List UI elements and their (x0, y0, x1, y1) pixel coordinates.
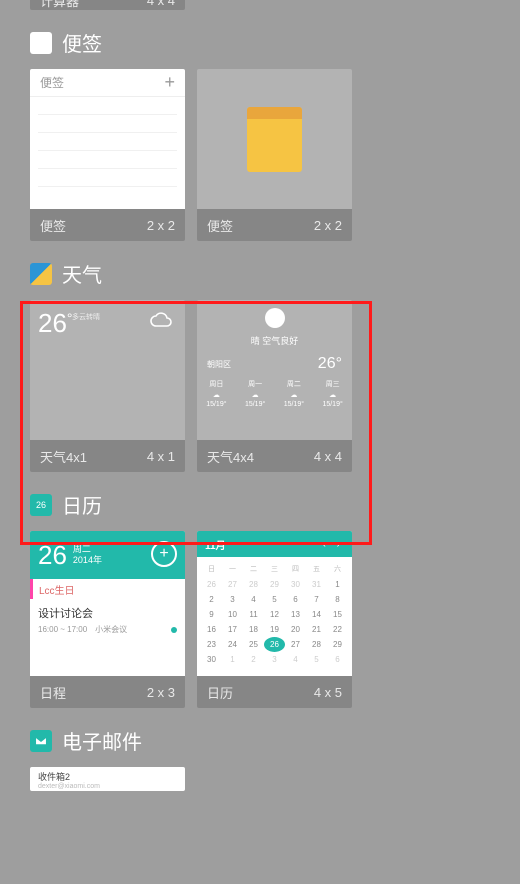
weather-location: 朝阳区 (207, 359, 231, 370)
inbox-address: dexter@xiaomi.com (38, 783, 177, 790)
add-event-icon: + (151, 541, 177, 567)
weather-temp: 26 (38, 308, 67, 339)
section-header-notes: 便签 (30, 28, 490, 57)
notes-header-label: 便签 (40, 74, 64, 91)
widget-size: 4 x 1 (147, 449, 175, 464)
section-header-email: 电子邮件 (30, 726, 490, 755)
forecast-row: 周日☁15/19° 周一☁15/19° 周二☁15/19° 周三☁15/19° (197, 379, 352, 408)
widget-name: 日程 (40, 683, 66, 702)
widget-size: 2 x 2 (314, 218, 342, 233)
cloud-icon (149, 310, 175, 335)
mail-icon (30, 730, 52, 752)
section-header-calendar: 26 日历 (30, 490, 490, 519)
event-birthday: Lcc生日 (30, 579, 185, 599)
widget-name: 日历 (207, 683, 233, 702)
widget-name: 便签 (207, 216, 233, 235)
weather-desc: 晴 空气良好 (251, 334, 299, 347)
weather-4x4-preview: 晴 空气良好 朝阳区 26° 周日☁15/19° 周一☁15/19° 周二☁15… (197, 300, 352, 440)
weather-temp-large: 26° (318, 355, 342, 373)
notes-icon (30, 32, 52, 54)
event-time: 16:00 ~ 17:00 小米会议 (38, 624, 127, 635)
event-title: 设计讨论会 (38, 605, 177, 621)
weather-4x1-preview: 26° 多云转晴 (30, 300, 185, 440)
section-header-weather: 天气 (30, 259, 490, 288)
widget-card-weather-4x4[interactable]: 晴 空气良好 朝阳区 26° 周日☁15/19° 周一☁15/19° 周二☁15… (197, 300, 352, 472)
widget-card-notes-single[interactable]: 便签 2 x 2 (197, 69, 352, 241)
notes-single-preview (197, 69, 352, 209)
widget-card-notes-list[interactable]: 便签 + 便签 2 x 2 (30, 69, 185, 241)
calendar-preview: 11月 ‹ › 日 一 二 三 四 五 六 2627282930311 2345… (197, 531, 352, 676)
section-title: 天气 (62, 259, 102, 288)
inbox-label: 收件箱2 (38, 770, 177, 783)
widget-size: 4 x 4 (314, 449, 342, 464)
widget-size: 2 x 3 (147, 685, 175, 700)
section-title: 电子邮件 (62, 726, 142, 755)
email-preview: 收件箱2 dexter@xiaomi.com (30, 767, 185, 791)
weather-condition: 多云转晴 (72, 312, 100, 322)
widget-card-calendar[interactable]: 11月 ‹ › 日 一 二 三 四 五 六 2627282930311 2345… (197, 531, 352, 708)
widget-name: 天气4x1 (40, 447, 87, 466)
schedule-date: 26 (38, 540, 67, 571)
section-title: 便签 (62, 28, 102, 57)
add-note-icon: + (164, 72, 175, 93)
widget-size: 4 x 5 (314, 685, 342, 700)
widget-card-weather-4x1[interactable]: 26° 多云转晴 天气4x1 4 x 1 (30, 300, 185, 472)
widget-size: 4 x 4 (147, 0, 175, 8)
weather-icon (30, 263, 52, 285)
calculator-widget-footer[interactable]: 计算器 4 x 4 (30, 0, 185, 10)
widget-size: 2 x 2 (147, 218, 175, 233)
calendar-icon: 26 (30, 494, 52, 516)
widget-name: 便签 (40, 216, 66, 235)
widget-name: 天气4x4 (207, 447, 254, 466)
widget-card-schedule[interactable]: 26 周二 2014年 + Lcc生日 设计讨论会 16:00 ~ 17:00 … (30, 531, 185, 708)
sun-icon (265, 308, 285, 328)
widget-name: 计算器 (40, 0, 79, 10)
event-dot-icon (171, 627, 177, 633)
notes-preview: 便签 + (30, 69, 185, 209)
schedule-preview: 26 周二 2014年 + Lcc生日 设计讨论会 16:00 ~ 17:00 … (30, 531, 185, 676)
widget-card-email[interactable]: 收件箱2 dexter@xiaomi.com (30, 767, 185, 791)
section-title: 日历 (62, 490, 102, 519)
notepad-icon (247, 107, 302, 172)
calendar-nav-icons: ‹ › (323, 539, 344, 550)
